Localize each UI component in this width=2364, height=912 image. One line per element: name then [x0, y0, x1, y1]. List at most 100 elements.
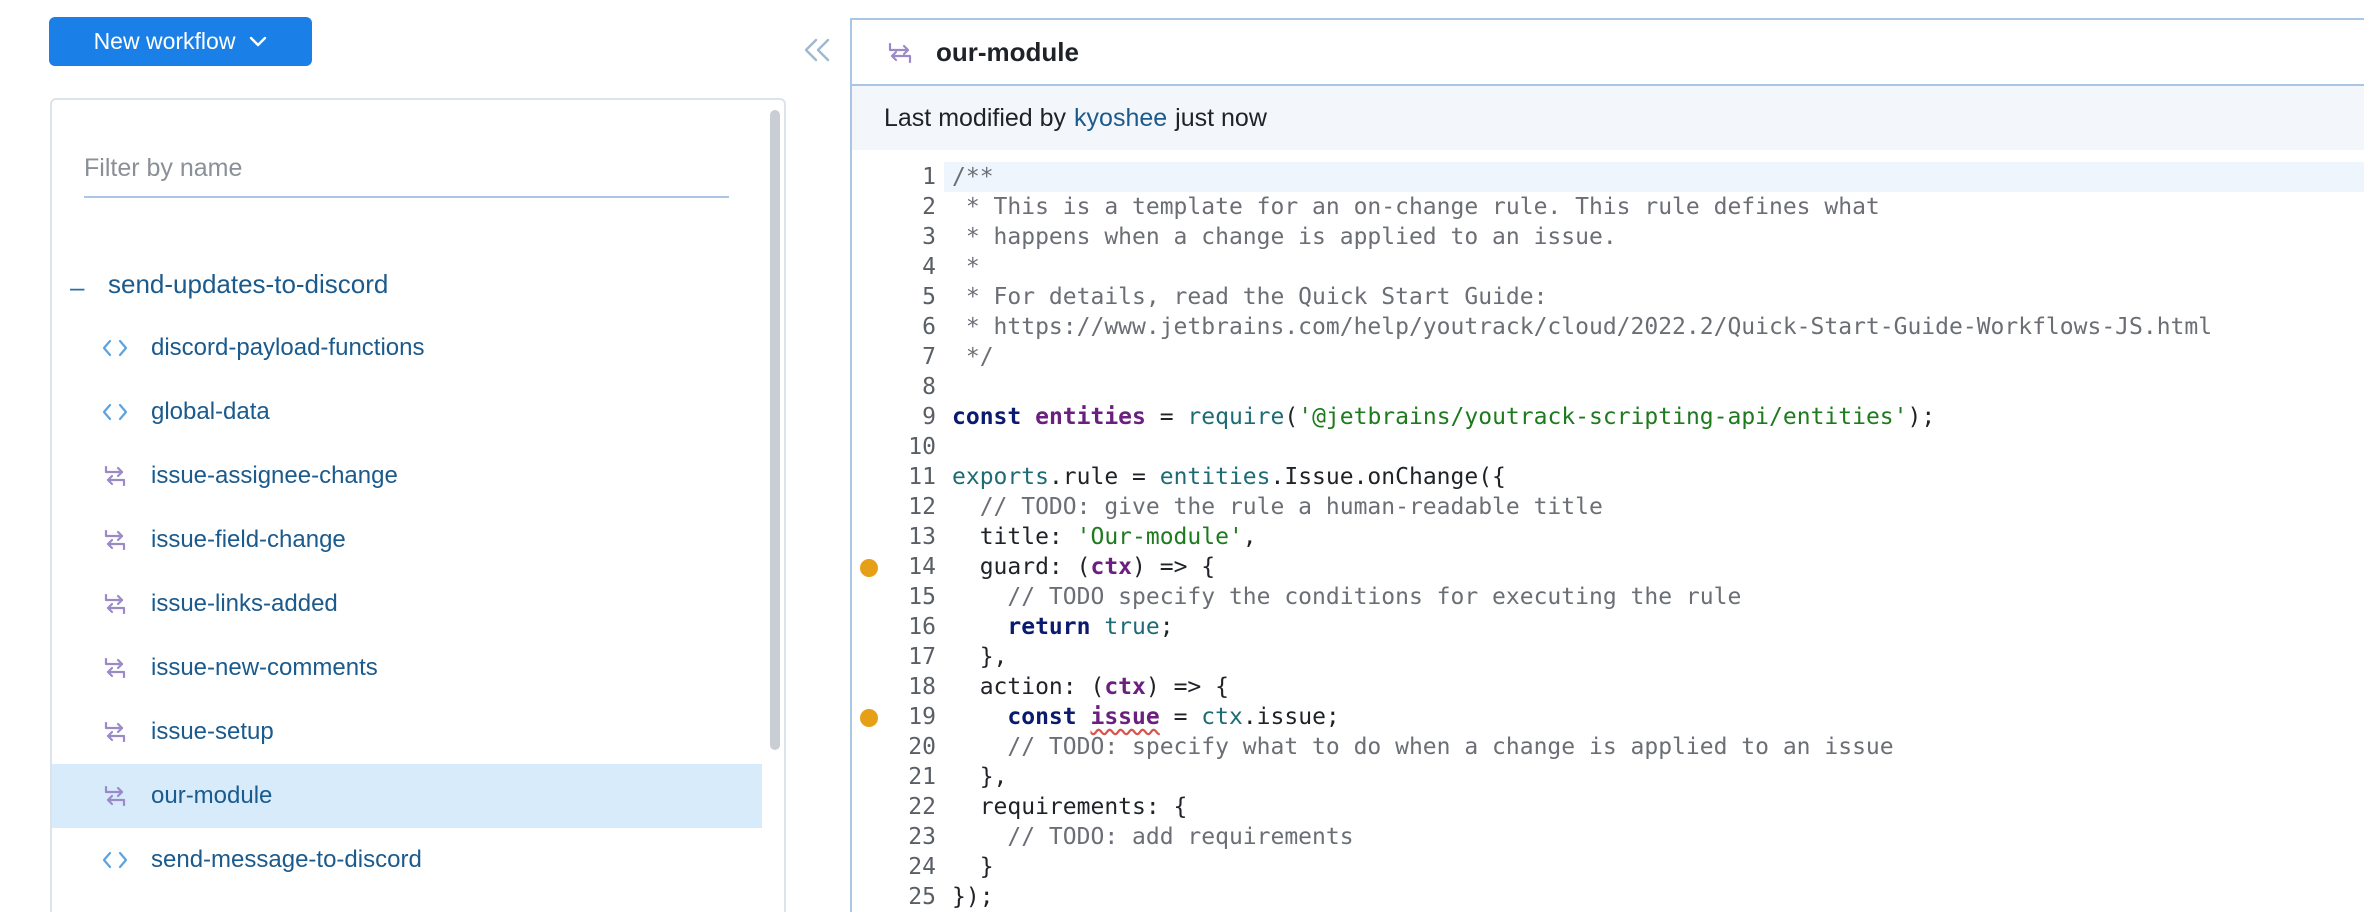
code-text: action: (ctx) => {: [944, 672, 2364, 702]
code-line[interactable]: 12 // TODO: give the rule a human-readab…: [852, 492, 2364, 522]
code-line[interactable]: 15 // TODO specify the conditions for ex…: [852, 582, 2364, 612]
code-text: * For details, read the Quick Start Guid…: [944, 282, 2364, 312]
rule-arrows-icon: [104, 530, 126, 550]
line-number: 16: [908, 614, 936, 640]
code-line[interactable]: 3 * happens when a change is applied to …: [852, 222, 2364, 252]
code-line[interactable]: 14 guard: (ctx) => {: [852, 552, 2364, 582]
code-line[interactable]: 16 return true;: [852, 612, 2364, 642]
rule-arrows-icon: [104, 594, 126, 614]
code-line[interactable]: 7 */: [852, 342, 2364, 372]
sidebar-item-send-message-to-discord[interactable]: send-message-to-discord: [52, 828, 762, 892]
code-token: const: [952, 404, 1036, 430]
code-token: ) => {: [1132, 554, 1216, 580]
code-line[interactable]: 25});: [852, 882, 2364, 912]
sidebar-item-label: issue-field-change: [151, 526, 346, 553]
code-token: action: (: [952, 674, 1105, 700]
code-token: },: [952, 764, 1008, 790]
collapse-group-toggle[interactable]: –: [70, 272, 84, 303]
code-text: requirements: {: [944, 792, 2364, 822]
code-token: issue: [1090, 704, 1160, 730]
filter-input[interactable]: [84, 153, 729, 183]
code-area[interactable]: 1/** 2 * This is a template for an on-cha…: [852, 162, 2364, 912]
code-line[interactable]: 13 title: 'Our-module',: [852, 522, 2364, 552]
code-token: // TODO: specify what to do when a chang…: [952, 734, 1894, 760]
code-token: '@jetbrains/youtrack-scripting-api/entit…: [1298, 404, 1908, 430]
code-text: exports.rule = entities.Issue.onChange({: [944, 462, 2364, 492]
workflow-group-label: send-updates-to-discord: [108, 268, 389, 299]
line-number: 8: [922, 374, 936, 400]
code-token: /**: [952, 164, 994, 190]
line-number: 11: [908, 464, 936, 490]
editor-header: our-module: [852, 20, 2364, 86]
line-number: 3: [922, 224, 936, 250]
code-line[interactable]: 19 const issue = ctx.issue;: [852, 702, 2364, 732]
line-number: 13: [908, 524, 936, 550]
code-token: ) => {: [1145, 674, 1229, 700]
sidebar-item-global-data[interactable]: global-data: [52, 380, 762, 444]
sidebar-item-issue-links-added[interactable]: issue-links-added: [52, 572, 762, 636]
sidebar-item-discord-payload-functions[interactable]: discord-payload-functions: [52, 316, 762, 380]
rule-arrows-icon: [888, 42, 912, 64]
line-number: 25: [908, 884, 936, 910]
warning-marker-icon[interactable]: [860, 709, 878, 727]
sidebar-item-label: send-message-to-discord: [151, 846, 422, 873]
code-token: (: [1284, 404, 1299, 430]
code-line[interactable]: 1 /**: [852, 162, 2364, 192]
new-workflow-button[interactable]: New workflow: [49, 17, 312, 66]
code-line[interactable]: 17 },: [852, 642, 2364, 672]
code-token: guard: (: [952, 554, 1091, 580]
sidebar-item-issue-field-change[interactable]: issue-field-change: [52, 508, 762, 572]
sidebar-item-our-module[interactable]: our-module: [52, 764, 762, 828]
code-token: exports: [952, 464, 1049, 490]
code-text: // TODO: give the rule a human-readable …: [944, 492, 2364, 522]
workflow-group-send-updates-to-discord[interactable]: – send-updates-to-discord: [52, 252, 762, 316]
code-token: */: [952, 344, 994, 370]
code-line[interactable]: 22 requirements: {: [852, 792, 2364, 822]
code-token: ;: [1159, 614, 1174, 640]
line-number: 18: [908, 674, 936, 700]
code-line[interactable]: 23 // TODO: add requirements: [852, 822, 2364, 852]
sidebar-item-label: issue-setup: [151, 718, 274, 745]
code-line[interactable]: 20 // TODO: specify what to do when a ch…: [852, 732, 2364, 762]
code-line[interactable]: 8: [852, 372, 2364, 402]
code-token: entities: [1035, 404, 1146, 430]
code-line[interactable]: 5 * For details, read the Quick Start Gu…: [852, 282, 2364, 312]
code-text: */: [944, 342, 2364, 372]
code-token: * happens when a change is applied to an…: [952, 224, 1617, 250]
code-line[interactable]: 6 * https://www.jetbrains.com/help/youtr…: [852, 312, 2364, 342]
code-token: });: [952, 884, 994, 910]
code-text: },: [944, 642, 2364, 672]
code-token: 'Our-module': [1076, 524, 1243, 550]
code-token: title:: [952, 524, 1077, 550]
sidebar-item-label: our-module: [151, 782, 273, 809]
code-text: }: [944, 852, 2364, 882]
code-icon: [102, 339, 128, 357]
code-line[interactable]: 21 },: [852, 762, 2364, 792]
sidebar-item-issue-assignee-change[interactable]: issue-assignee-change: [52, 444, 762, 508]
code-line[interactable]: 24 }: [852, 852, 2364, 882]
sidebar-item-issue-setup[interactable]: issue-setup: [52, 700, 762, 764]
last-modified-suffix: just now: [1175, 103, 1267, 132]
rule-arrows-icon: [104, 466, 126, 486]
code-line[interactable]: 10: [852, 432, 2364, 462]
collapse-sidebar-icon[interactable]: [802, 37, 832, 63]
code-line[interactable]: 4 *: [852, 252, 2364, 282]
code-token: * For details, read the Quick Start Guid…: [952, 284, 1548, 310]
code-text: * happens when a change is applied to an…: [944, 222, 2364, 252]
code-line[interactable]: 11 exports.rule = entities.Issue.onChange…: [852, 462, 2364, 492]
sidebar-item-label: issue-links-added: [151, 590, 338, 617]
code-text: });: [944, 882, 2364, 912]
code-line[interactable]: 2 * This is a template for an on-change …: [852, 192, 2364, 222]
code-line[interactable]: 18 action: (ctx) => {: [852, 672, 2364, 702]
code-token: .rule =: [1048, 464, 1160, 490]
code-line[interactable]: 9 const entities = require('@jetbrains/yo…: [852, 402, 2364, 432]
code-token: // TODO specify the conditions for execu…: [952, 584, 1742, 610]
warning-marker-icon[interactable]: [860, 559, 878, 577]
sidebar-scrollbar[interactable]: [770, 110, 780, 750]
line-number: 6: [922, 314, 936, 340]
sidebar-item-issue-new-comments[interactable]: issue-new-comments: [52, 636, 762, 700]
last-modified-user-link[interactable]: kyoshee: [1074, 104, 1167, 133]
code-text: // TODO: add requirements: [944, 822, 2364, 852]
code-token: }: [952, 854, 994, 880]
code-text: * https://www.jetbrains.com/help/youtrac…: [944, 312, 2364, 342]
